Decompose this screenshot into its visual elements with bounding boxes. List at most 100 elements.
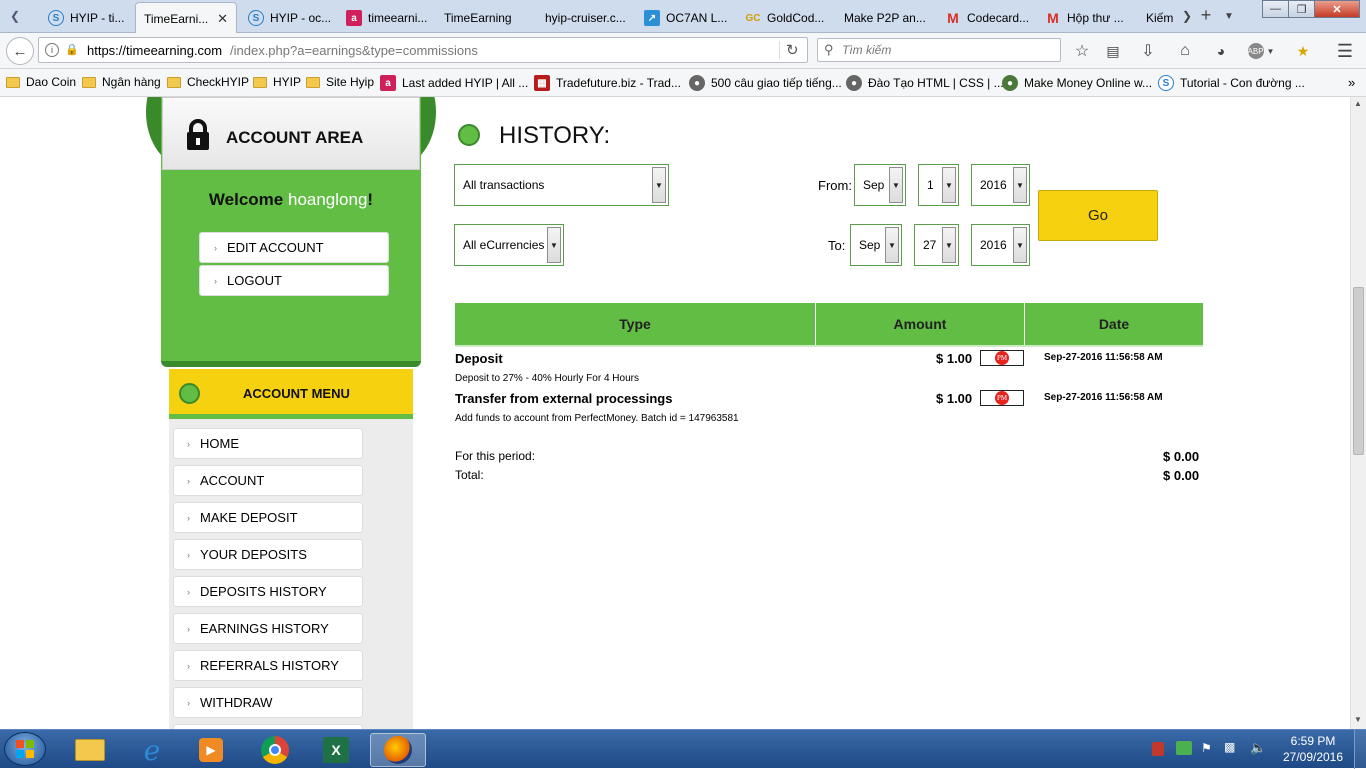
header-label: Type [619,316,651,332]
chevron-right-icon: › [187,623,190,634]
to-year-select[interactable]: 2016 ▼ [971,224,1030,266]
to-day-select[interactable]: 27 ▼ [914,224,959,266]
tab-hyip-ti[interactable]: S HYIP - ti... [40,3,132,33]
menu-icon[interactable]: ☰ [1332,38,1358,64]
tab-hyip-oc[interactable]: S HYIP - oc... [240,3,335,33]
vertical-scrollbar[interactable]: ▲ ▼ [1350,97,1366,729]
bookmark-star-icon[interactable]: ☆ [1069,38,1095,64]
bookmark-label: Tradefuture.biz - Trad... [556,76,681,90]
menu-withdraw[interactable]: › WITHDRAW [173,687,363,718]
search-field[interactable]: ⚲ Tìm kiếm [817,38,1061,62]
bookmark-ngan-hang[interactable]: Ngân hàng [82,75,161,89]
firefox-icon[interactable] [370,733,426,767]
from-month-select[interactable]: Sep ▼ [854,164,906,206]
total-value: $ 0.00 [1163,468,1200,483]
adblock-icon[interactable]: ABP ▼ [1244,38,1278,64]
tab-label: HYIP - ti... [70,11,125,25]
chevron-right-icon: › [214,275,217,286]
tab-scroll-left-icon[interactable]: ❮ [2,3,28,29]
tab-label: hyip-cruiser.c... [545,11,626,25]
tab-hyip-cruiser[interactable]: hyip-cruiser.c... [537,3,633,33]
bookmark-site-hyip[interactable]: Site Hyip [306,75,374,89]
restore-button[interactable]: ❐ [1288,0,1315,18]
bookmark-make-money[interactable]: ● Make Money Online w... [1002,75,1152,91]
clock-time[interactable]: 6:59 PM [1281,734,1345,748]
row-type: Transfer from external processings [455,391,673,406]
media-player-icon[interactable]: ▶ [183,733,239,767]
close-tab-icon[interactable]: ✕ [217,11,228,27]
bookmark-dao-tao-html[interactable]: ● Đào Tạo HTML | CSS | ... [846,75,1004,91]
url-bar[interactable]: i 🔒 https://timeearning.com /index.php?a… [38,37,808,63]
menu-label: WITHDRAW [200,695,273,710]
menu-earnings-history[interactable]: › EARNINGS HISTORY [173,613,363,644]
menu-account[interactable]: › ACCOUNT [173,465,363,496]
tab-goldcode[interactable]: GC GoldCod... [737,3,833,33]
tab-hop-thu[interactable]: M Hộp thư ... [1037,3,1135,33]
close-window-button[interactable]: ✕ [1314,0,1360,18]
clock-date[interactable]: 27/09/2016 [1278,750,1348,764]
tab-timeearni[interactable]: a timeearni... [338,3,433,33]
reading-list-icon[interactable]: ▤ [1100,38,1126,64]
bookmark-label: Last added HYIP | All ... [402,76,529,90]
back-icon[interactable]: ← [6,37,34,65]
flag-tray-icon[interactable]: ⚑ [1201,741,1215,755]
edit-account-button[interactable]: › EDIT ACCOUNT [199,232,389,263]
from-day-select[interactable]: 1 ▼ [918,164,959,206]
scroll-up-icon[interactable]: ▲ [1354,99,1362,108]
start-button-icon[interactable] [4,732,46,766]
explorer-icon[interactable] [62,733,118,767]
chrome-icon[interactable] [247,733,303,767]
minimize-button[interactable]: — [1262,0,1289,18]
bookmark-500-cau[interactable]: ● 500 câu giao tiếp tiếng... [689,75,842,91]
bookmark-last-added-hyip[interactable]: a Last added HYIP | All ... [380,75,528,91]
bookmark-label: Dao Coin [26,75,77,89]
menu-referrals-history[interactable]: › REFERRALS HISTORY [173,650,363,681]
tab-make-p2p[interactable]: Make P2P an... [836,3,934,33]
go-button[interactable]: Go [1038,190,1158,241]
internet-explorer-icon[interactable]: e [124,733,180,767]
network-tray-icon[interactable] [1176,741,1192,755]
from-year-select[interactable]: 2016 ▼ [971,164,1030,206]
security-tray-icon[interactable] [1152,742,1164,756]
bookmark-hyip[interactable]: HYIP [253,75,301,89]
dropdown-arrow-icon: ▼ [1013,227,1027,263]
total-label: Total: [455,468,484,482]
extension-icon[interactable]: ★ [1290,38,1316,64]
menu-make-deposit[interactable]: › MAKE DEPOSIT [173,502,363,533]
transaction-type-select[interactable]: All transactions ▼ [454,164,669,206]
scroll-thumb[interactable] [1353,287,1364,455]
bookmark-dao-coin[interactable]: Dao Coin [6,75,76,89]
info-icon[interactable]: i [45,43,59,57]
to-month-select[interactable]: Sep ▼ [850,224,902,266]
tab-timeearning[interactable]: TimeEarning [436,3,531,33]
show-desktop-button[interactable] [1354,730,1366,769]
welcome-prefix: Welcome [208,190,288,209]
bookmark-checkhyip[interactable]: CheckHYIP [167,75,249,89]
reload-icon[interactable]: ↻ [779,41,799,59]
tab-kiem[interactable]: Kiếm [1138,3,1176,33]
menu-your-deposits[interactable]: › YOUR DEPOSITS [173,539,363,570]
tab-timeearning-active[interactable]: TimeEarni... ✕ [135,2,237,34]
tab-oc7an[interactable]: ↗ OC7AN L... [636,3,732,33]
logout-button[interactable]: › LOGOUT [199,265,389,296]
scroll-down-icon[interactable]: ▼ [1354,715,1362,724]
menu-deposits-history[interactable]: › DEPOSITS HISTORY [173,576,363,607]
menu-home[interactable]: › HOME [173,428,363,459]
menu-label: DEPOSITS HISTORY [200,584,327,599]
tab-list-icon[interactable]: ▼ [1216,3,1242,29]
ecurrency-select[interactable]: All eCurrencies ▼ [454,224,564,266]
download-icon[interactable]: ⇩ [1135,38,1161,64]
volume-tray-icon[interactable]: 🔈 [1250,740,1266,756]
signal-tray-icon[interactable]: ▩ [1224,740,1242,756]
bookmark-tradefuture[interactable]: ▦ Tradefuture.biz - Trad... [534,75,681,91]
pocket-icon[interactable]: ◕ [1208,38,1234,64]
home-icon[interactable]: ⌂ [1172,38,1198,64]
badge-label: PM [995,351,1009,365]
history-title: HISTORY: [499,122,611,149]
tab-codecard[interactable]: M Codecard... [937,3,1035,33]
excel-icon[interactable]: X [308,733,364,767]
bookmark-tutorial[interactable]: S Tutorial - Con đường ... [1158,75,1305,91]
bookmarks-overflow-icon[interactable]: » [1348,75,1355,90]
select-value: 27 [923,238,937,252]
chevron-right-icon: › [187,660,190,671]
